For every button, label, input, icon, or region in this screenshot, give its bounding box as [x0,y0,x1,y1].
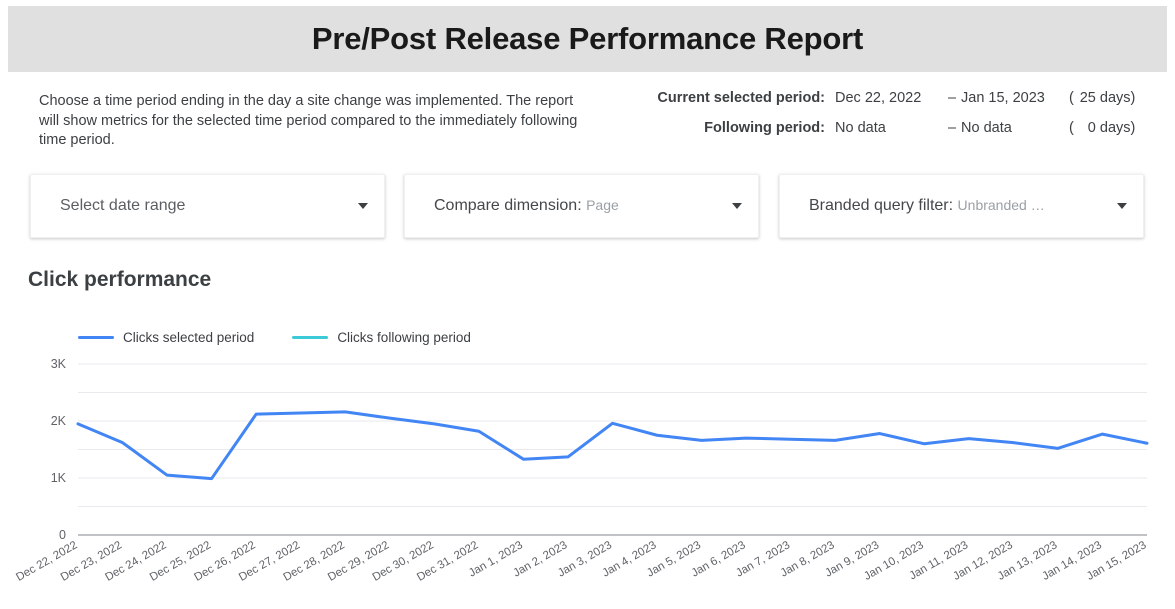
current-selected-period-label: Current selected period: [657,90,825,106]
y-axis-tick-label: 1K [51,471,67,485]
compare-dimension-separator: : [577,197,582,214]
following-period-label: Following period: [704,120,825,136]
y-axis-tick-label: 3K [51,357,67,371]
current-selected-period-end: Jan 15, 2023 [961,90,1045,106]
branded-query-filter-value: Unbranded … [957,197,1045,213]
chevron-down-icon [732,203,742,209]
following-paren-close: ) [1130,120,1136,136]
current-selected-period-start: Dec 22, 2022 [835,90,922,106]
y-axis-tick-label: 0 [59,528,66,542]
current-selected-period-days: (25 days) [1069,90,1145,106]
following-period-start: No data [835,120,886,136]
chevron-down-icon [1117,203,1127,209]
current-paren-close: ) [1130,90,1136,106]
compare-dimension-dropdown-text: Compare dimension: Page [434,197,722,215]
branded-query-filter-dropdown[interactable]: Branded query filter: Unbranded … [779,174,1144,238]
following-days-count: 0 [1087,120,1096,136]
following-days-unit: days [1099,120,1131,136]
current-selected-period-dash: – [947,90,957,106]
instructions-text: Choose a time period ending in the day a… [39,93,578,148]
compare-dimension-value: Page [586,197,619,213]
current-selected-period-row: Current selected period: Dec 22, 2022 – … [625,90,1145,120]
compare-dimension-label: Compare dimension [434,197,578,214]
page-title: Pre/Post Release Performance Report [311,21,864,56]
report-header-banner: Pre/Post Release Performance Report [8,6,1167,72]
chevron-down-icon [358,203,368,209]
compare-dimension-dropdown[interactable]: Compare dimension: Page [404,174,759,238]
date-range-dropdown[interactable]: Select date range [30,174,385,238]
y-axis-tick-label: 2K [51,414,67,428]
date-range-dropdown-text: Select date range [60,197,348,215]
following-period-row: Following period: No data – No data (0 d… [625,120,1145,150]
date-range-dropdown-label: Select date range [60,197,186,214]
info-row: Choose a time period ending in the day a… [0,84,1175,156]
following-period-dash: – [947,120,957,136]
branded-query-filter-label: Branded query filter [809,197,949,214]
click-performance-section: Click performance Clicks selected period… [0,258,1175,609]
controls-row: Select date range Compare dimension: Pag… [0,174,1175,238]
chart-plot-area: 0 1K 2K 3K Dec 22, 2022 Dec 23, 2022 Dec 24, 2… [0,258,1175,609]
following-period-days: (0 days) [1069,120,1145,136]
branded-query-filter-dropdown-text: Branded query filter: Unbranded … [809,197,1107,215]
current-days-count: 25 [1079,90,1096,106]
branded-query-filter-separator: : [948,197,954,214]
click-performance-line-chart: 01K2K3KDec 22, 2022Dec 23, 2022Dec 24, 2… [14,357,1149,584]
series-line-selected-period[interactable] [76,410,1149,481]
following-period-end: No data [961,120,1012,136]
current-days-unit: days [1099,90,1131,106]
period-summary-panel: Current selected period: Dec 22, 2022 – … [625,90,1145,150]
